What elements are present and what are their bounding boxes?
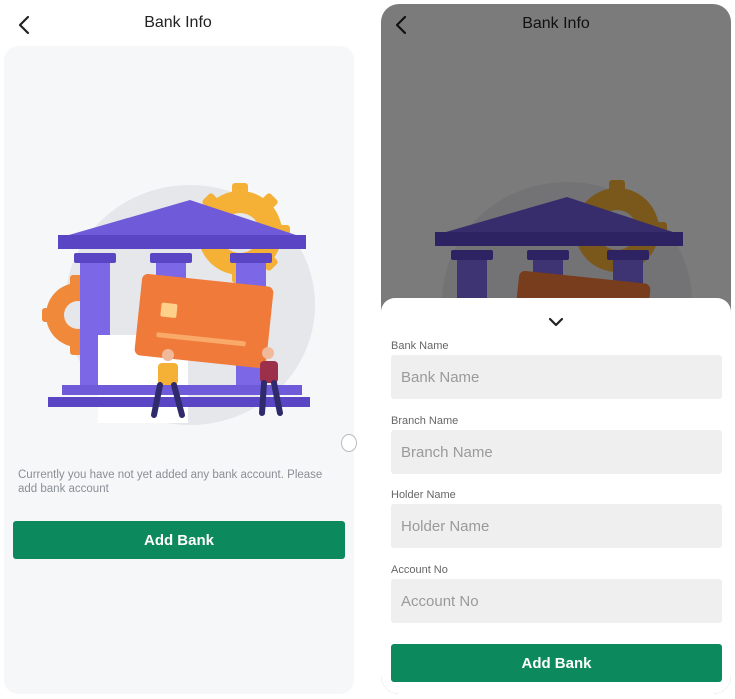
branch-name-input[interactable] [391,430,722,474]
bank-name-input[interactable] [391,355,722,399]
empty-state-message: Currently you have not yet added any ban… [18,469,323,495]
add-bank-button[interactable]: Add Bank [391,644,722,682]
holder-name-label: Holder Name [391,489,456,501]
bank-info-screen-form: Bank Info Bank Name Branc [381,4,731,694]
scroll-indicator[interactable] [341,434,357,452]
header: Bank Info [0,0,356,48]
page-title: Bank Info [144,14,212,31]
branch-name-label: Branch Name [391,415,459,427]
holder-name-input[interactable] [391,504,722,548]
add-bank-sheet: Bank Name Branch Name Holder Name Accoun… [381,298,731,694]
account-no-label: Account No [391,564,448,576]
add-bank-button[interactable]: Add Bank [13,521,345,559]
bank-building-illustration [42,183,315,425]
bank-info-screen-empty: Bank Info Currently you have not yet add… [0,0,357,699]
account-no-input[interactable] [391,579,722,623]
bank-name-label: Bank Name [391,340,449,352]
chevron-down-icon[interactable] [544,314,568,330]
